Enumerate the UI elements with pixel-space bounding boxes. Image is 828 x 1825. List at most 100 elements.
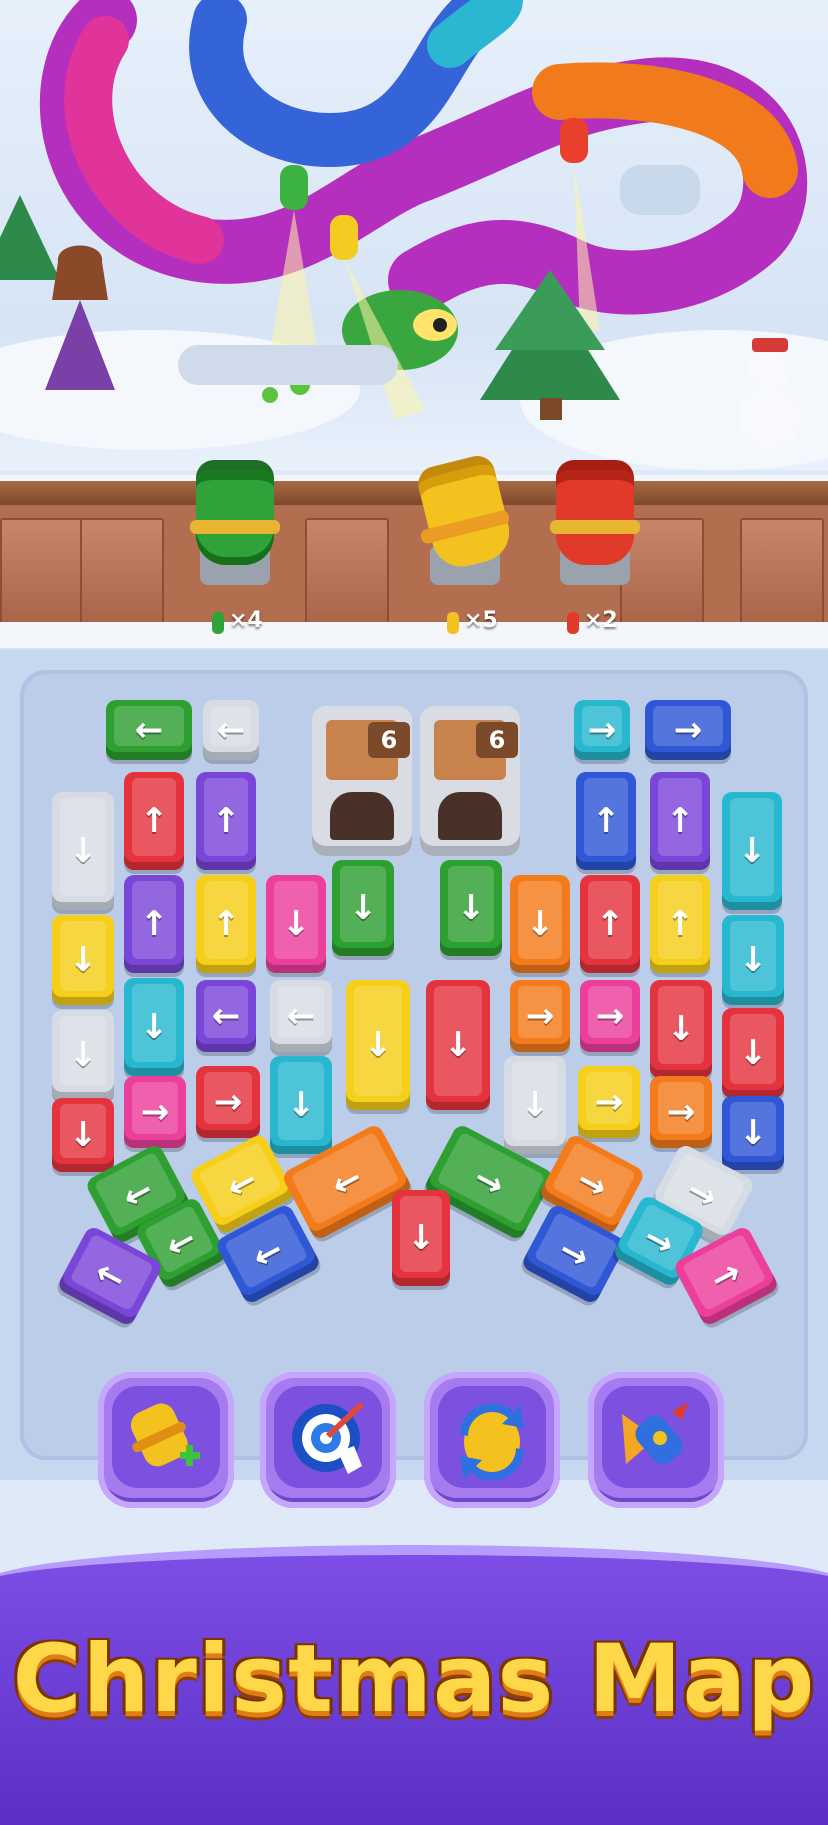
arrow-up-icon: ↑ — [211, 801, 241, 841]
arrow-block-yellow[interactable]: ↑ — [650, 875, 710, 973]
arrow-right-icon: → — [213, 1082, 243, 1122]
bullet-icon — [567, 612, 579, 634]
fence-plank — [80, 518, 164, 627]
arrow-down-icon: ↓ — [281, 904, 311, 944]
arrow-left-icon: ← — [286, 996, 316, 1036]
arrow-block-orange[interactable]: ↓ — [510, 875, 570, 973]
arrow-block-purple[interactable]: ↑ — [650, 772, 710, 870]
arrow-block-white[interactable]: ↓ — [52, 1010, 114, 1100]
arrow-block-blue[interactable]: → — [645, 700, 731, 760]
fence-plank — [740, 518, 824, 627]
crate-dispenser[interactable]: 6 — [312, 706, 412, 856]
arrow-block-blue[interactable]: ↑ — [576, 772, 636, 870]
crate-dispenser[interactable]: 6 — [420, 706, 520, 856]
arrow-right-icon: → — [666, 1092, 696, 1132]
tool-target-button[interactable] — [260, 1372, 396, 1508]
arrow-block-cyan[interactable]: ↓ — [722, 792, 782, 910]
arrow-right-icon: → — [587, 710, 617, 750]
arrow-block-white[interactable]: ← — [270, 980, 332, 1052]
arrow-down-icon: ↓ — [666, 1009, 696, 1049]
arrow-block-cyan[interactable]: → — [574, 700, 630, 760]
arrow-block-yellow[interactable]: ↑ — [196, 875, 256, 973]
tool-rocket-button[interactable] — [588, 1372, 724, 1508]
bullet-icon — [447, 612, 459, 634]
arrow-block-red[interactable]: ↓ — [426, 980, 490, 1110]
arrow-block-cyan[interactable]: ↓ — [124, 978, 184, 1076]
arrow-down-icon: ↓ — [443, 1025, 473, 1065]
arrow-up-icon: ↑ — [595, 904, 625, 944]
arrow-down-icon: ↓ — [68, 831, 98, 871]
arrow-up-icon: ↑ — [211, 904, 241, 944]
cannon-body — [196, 460, 274, 565]
arrow-down-icon: ↓ — [68, 1115, 98, 1155]
arrow-up-icon: ↑ — [139, 904, 169, 944]
arrow-right-icon: → — [140, 1092, 170, 1132]
arrow-block-red[interactable]: ↓ — [650, 980, 712, 1078]
cannon-green[interactable] — [190, 460, 280, 585]
arrow-down-icon: ↓ — [139, 1007, 169, 1047]
shuffle-icon — [460, 1403, 524, 1480]
tool-add-cannon-button[interactable] — [98, 1372, 234, 1508]
arrow-block-yellow[interactable]: ↓ — [346, 980, 410, 1110]
arrow-right-icon: → — [594, 1082, 624, 1122]
arrow-block-purple[interactable]: ← — [196, 980, 256, 1052]
arrow-block-orange[interactable]: → — [510, 980, 570, 1052]
arrow-down-icon: ↓ — [456, 888, 486, 928]
arrow-block-white[interactable]: ↓ — [504, 1056, 566, 1154]
arrow-down-icon: ↓ — [68, 940, 98, 980]
arrow-block-pink[interactable]: → — [580, 980, 640, 1052]
arrow-block-red[interactable]: → — [196, 1066, 260, 1138]
arrow-block-cyan[interactable]: ↓ — [722, 915, 784, 1005]
dragon-snake — [0, 0, 808, 450]
arrow-down-icon: ↓ — [738, 1113, 768, 1153]
game-scene — [0, 0, 828, 470]
arrow-down-icon: ↓ — [525, 904, 555, 944]
cannon-red[interactable] — [550, 460, 640, 585]
arrow-down-icon: ↓ — [348, 888, 378, 928]
arrow-down-icon: ↓ — [363, 1025, 393, 1065]
arrow-block-blue[interactable]: ↓ — [722, 1096, 784, 1170]
arrow-down-icon: ↓ — [520, 1085, 550, 1125]
arrow-block-purple[interactable]: ↑ — [124, 875, 184, 973]
arrow-down-icon: ↓ — [406, 1218, 436, 1258]
cannon-count-green: ×4 — [229, 608, 263, 633]
tool-shuffle-button[interactable] — [424, 1372, 560, 1508]
arrow-right-icon: → — [673, 710, 703, 750]
arrow-block-red[interactable]: ↓ — [52, 1098, 114, 1172]
arrow-up-icon: ↑ — [591, 801, 621, 841]
arrow-block-green[interactable]: ← — [106, 700, 192, 760]
arrow-block-white[interactable]: ↓ — [52, 792, 114, 910]
arrow-block-white[interactable]: ← — [203, 700, 259, 760]
arrow-block-green[interactable]: ↓ — [440, 860, 502, 956]
arrow-right-icon: → — [595, 996, 625, 1036]
arrow-block-pink[interactable]: ↓ — [266, 875, 326, 973]
cannon-body — [556, 460, 634, 565]
arrow-block-red[interactable]: ↓ — [722, 1008, 784, 1098]
arrow-down-icon: ↓ — [738, 1033, 768, 1073]
arrow-block-red[interactable]: ↓ — [392, 1190, 450, 1286]
arrow-block-yellow[interactable]: ↓ — [52, 915, 114, 1005]
arrow-block-pink[interactable]: → — [124, 1076, 186, 1148]
cannon-count-yellow: ×5 — [464, 608, 498, 633]
cannon-yellow[interactable] — [414, 452, 516, 585]
crate-counter: 6 — [368, 722, 410, 758]
arrow-up-icon: ↑ — [139, 801, 169, 841]
arrow-block-yellow[interactable]: → — [578, 1066, 640, 1138]
arrow-block-red[interactable]: ↑ — [124, 772, 184, 870]
snow-ledge — [0, 622, 828, 652]
arrow-left-icon: ← — [216, 710, 246, 750]
arrow-up-icon: ↑ — [665, 801, 695, 841]
arrow-up-icon: ↑ — [665, 904, 695, 944]
arrow-left-icon: ← — [211, 996, 241, 1036]
arrow-block-purple[interactable]: ↑ — [196, 772, 256, 870]
arrow-down-icon: ↓ — [738, 940, 768, 980]
arrow-block-red[interactable]: ↑ — [580, 875, 640, 973]
arrow-block-cyan[interactable]: ↓ — [270, 1056, 332, 1154]
arrow-block-orange[interactable]: → — [650, 1076, 712, 1148]
target-icon — [292, 1401, 365, 1474]
fence-rail — [0, 475, 828, 505]
map-title: Christmas Map — [12, 1625, 816, 1734]
arrow-down-icon: ↓ — [286, 1085, 316, 1125]
arrow-block-green[interactable]: ↓ — [332, 860, 394, 956]
fence-plank — [305, 518, 389, 627]
